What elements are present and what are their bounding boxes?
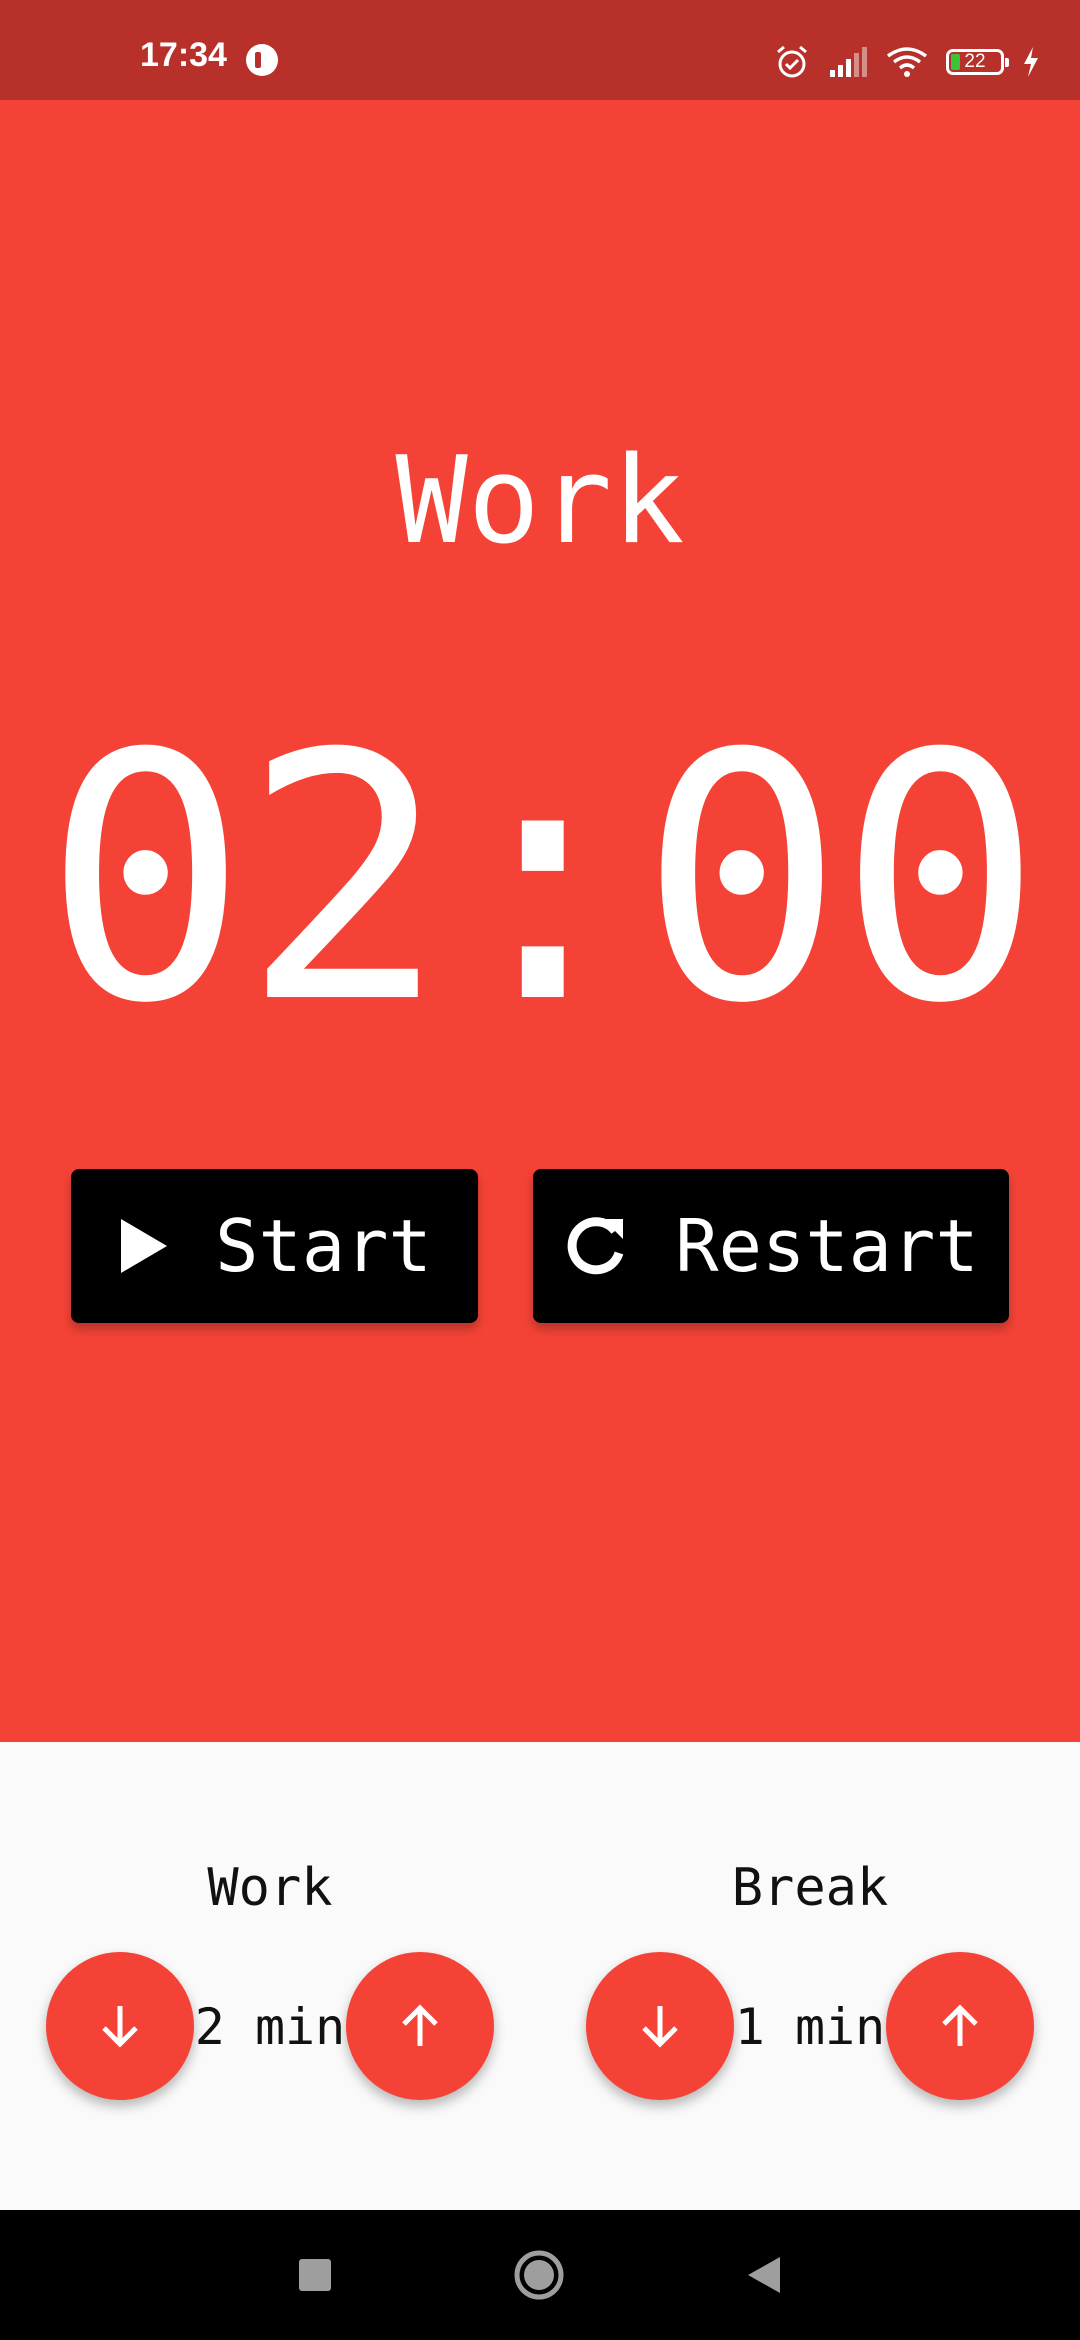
settings-panel: Work 2 min Break 1 min <box>0 1742 1080 2210</box>
work-decrease-button[interactable] <box>46 1952 194 2100</box>
status-icons: 22 <box>774 40 1040 84</box>
start-button-label: Start <box>215 1204 432 1288</box>
app-screen: 17:34 22 Work 02:00 Start Restart Work 2… <box>0 0 1080 2340</box>
arrow-up-icon <box>942 2004 978 2046</box>
arrow-down-icon <box>102 2006 138 2048</box>
break-decrease-button[interactable] <box>586 1952 734 2100</box>
app-notification-icon <box>246 44 278 76</box>
break-setting-label: Break <box>731 1858 889 1918</box>
work-increase-button[interactable] <box>346 1952 494 2100</box>
arrow-up-icon <box>402 2004 438 2046</box>
navigation-bar <box>0 2210 1080 2340</box>
work-duration-value: 2 min <box>194 1998 346 2056</box>
recents-icon <box>299 2259 331 2291</box>
start-button[interactable]: Start <box>71 1169 478 1323</box>
break-duration-value: 1 min <box>734 1998 886 2056</box>
play-icon <box>117 1217 169 1275</box>
break-duration-setting: Break 1 min <box>540 1742 1080 2210</box>
break-increase-button[interactable] <box>886 1952 1034 2100</box>
arrow-down-icon <box>642 2006 678 2048</box>
status-time: 17:34 <box>140 36 227 74</box>
recents-button[interactable] <box>255 2210 375 2340</box>
signal-icon <box>828 46 868 78</box>
restart-button-label: Restart <box>675 1204 979 1288</box>
mode-title: Work <box>395 432 685 571</box>
wifi-icon <box>886 46 928 78</box>
work-setting-label: Work <box>207 1858 333 1918</box>
back-icon <box>748 2257 780 2293</box>
battery-level: 22 <box>964 51 986 72</box>
restart-button[interactable]: Restart <box>533 1169 1009 1323</box>
alarm-icon <box>774 44 810 80</box>
charging-icon <box>1022 46 1040 78</box>
home-button[interactable] <box>479 2210 599 2340</box>
timer-panel: Work 02:00 Start Restart <box>0 100 1080 1742</box>
restart-icon <box>563 1213 629 1279</box>
status-bar: 17:34 22 <box>0 0 1080 100</box>
back-button[interactable] <box>703 2210 823 2340</box>
timer-display: 02:00 <box>43 682 1043 1078</box>
home-icon <box>514 2250 564 2300</box>
battery-icon: 22 <box>946 49 1009 75</box>
work-duration-setting: Work 2 min <box>0 1742 540 2210</box>
